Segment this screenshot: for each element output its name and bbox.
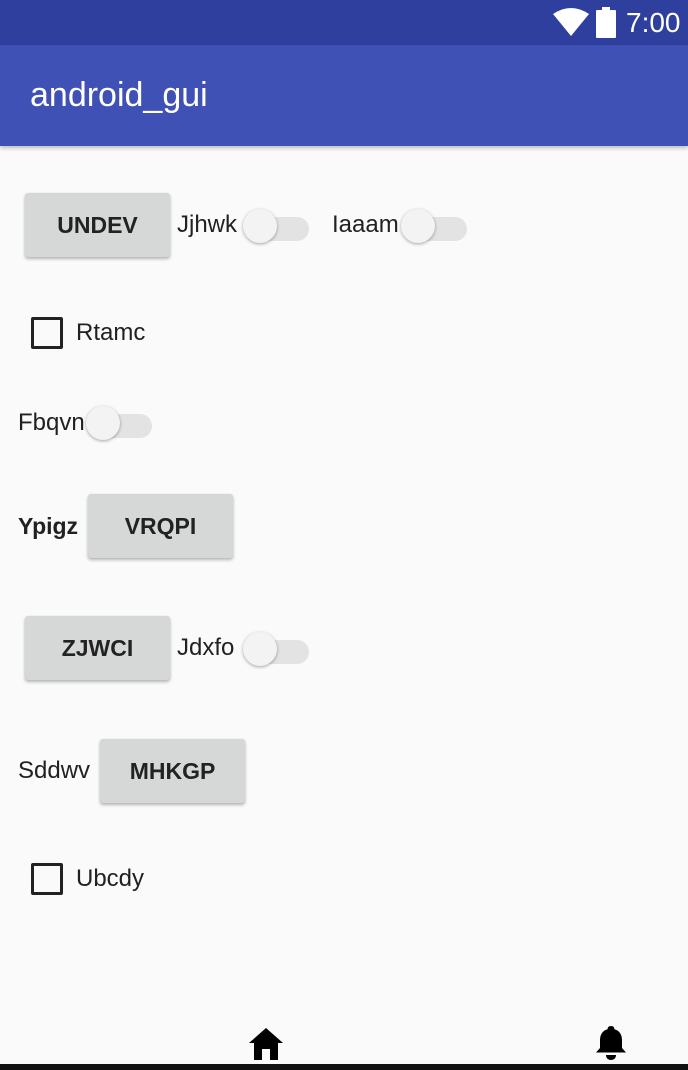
rtamc-label: Rtamc: [76, 319, 146, 346]
navigation-bar: [0, 1020, 688, 1070]
undev-button[interactable]: UNDEV: [25, 193, 170, 257]
jdxfo-label: Jdxfo: [177, 634, 235, 661]
status-time: 7:00: [626, 7, 681, 38]
ubcdy-label: Ubcdy: [76, 865, 145, 892]
vrqpi-button[interactable]: VRQPI: [88, 494, 233, 558]
fbqvn-label: Fbqvn: [18, 409, 85, 436]
jjhwk-switch[interactable]: [243, 205, 313, 245]
status-bar: 7:00: [0, 0, 688, 45]
app-bar: android_gui: [0, 45, 688, 146]
iaaam-switch[interactable]: [401, 205, 471, 245]
jjhwk-label: Jjhwk: [177, 211, 238, 238]
rtamc-checkbox[interactable]: [31, 317, 63, 349]
iaaam-label: Iaaam: [332, 211, 399, 238]
jdxfo-switch[interactable]: [243, 628, 313, 668]
nav-bar-edge: [0, 1064, 688, 1070]
battery-icon: [596, 7, 616, 38]
ypigz-label: Ypigz: [18, 513, 79, 539]
fbqvn-switch[interactable]: [86, 402, 156, 442]
zjwci-button[interactable]: ZJWCI: [25, 616, 170, 680]
wifi-icon: [553, 8, 589, 36]
ubcdy-checkbox[interactable]: [31, 863, 63, 895]
mhkgp-button[interactable]: MHKGP: [100, 739, 245, 803]
sddwv-label: Sddwv: [18, 757, 91, 784]
app-title: android_gui: [30, 76, 208, 114]
bell-icon[interactable]: [594, 1024, 628, 1062]
home-icon[interactable]: [248, 1026, 284, 1060]
